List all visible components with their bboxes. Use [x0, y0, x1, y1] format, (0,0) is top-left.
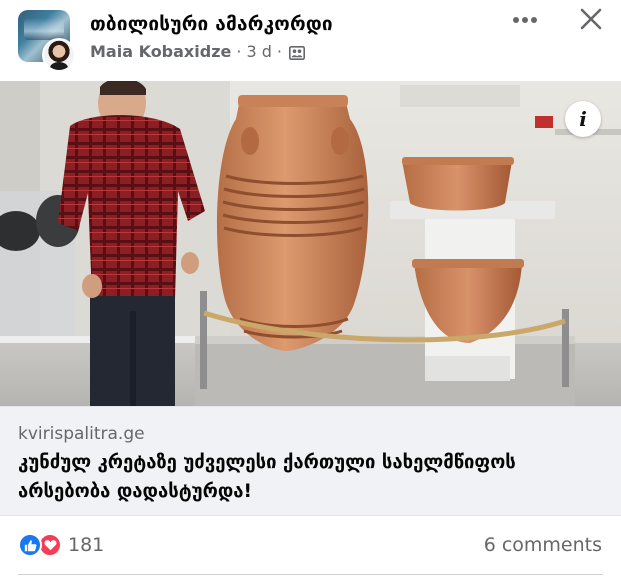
reaction-count: 181: [68, 534, 105, 556]
close-button[interactable]: [574, 2, 608, 36]
post-header: თბილისური ამარკორდი Maia Kobaxidze · 3 d…: [0, 0, 621, 80]
meta-separator: ·: [236, 42, 242, 61]
more-options-button[interactable]: [508, 6, 542, 34]
post-timestamp[interactable]: 3 d: [246, 42, 271, 61]
group-avatar[interactable]: [18, 10, 76, 72]
link-title[interactable]: კუნძულ კრეტაზე უძველესი ქართული სახელმწი…: [18, 448, 608, 506]
group-icon: [288, 45, 305, 60]
like-icon: [18, 533, 42, 557]
reactions-summary[interactable]: 181: [18, 532, 104, 558]
museum-photo: [0, 81, 621, 406]
author-name-link[interactable]: Maia Kobaxidze: [90, 42, 231, 61]
comments-link[interactable]: 6 comments: [484, 534, 602, 556]
author-avatar[interactable]: [42, 38, 76, 72]
more-horizontal-icon: [513, 17, 537, 23]
author-avatar-image: [44, 40, 74, 70]
close-icon: [580, 8, 602, 30]
divider: [18, 574, 603, 575]
group-name-link[interactable]: თბილისური ამარკორდი: [90, 13, 333, 35]
link-domain[interactable]: kvirispalitra.ge: [18, 424, 145, 444]
info-icon: i: [579, 107, 587, 131]
post-meta: Maia Kobaxidze · 3 d ·: [90, 42, 305, 61]
meta-separator: ·: [276, 42, 282, 61]
post-link-image[interactable]: [0, 81, 621, 406]
info-button[interactable]: i: [565, 101, 601, 137]
